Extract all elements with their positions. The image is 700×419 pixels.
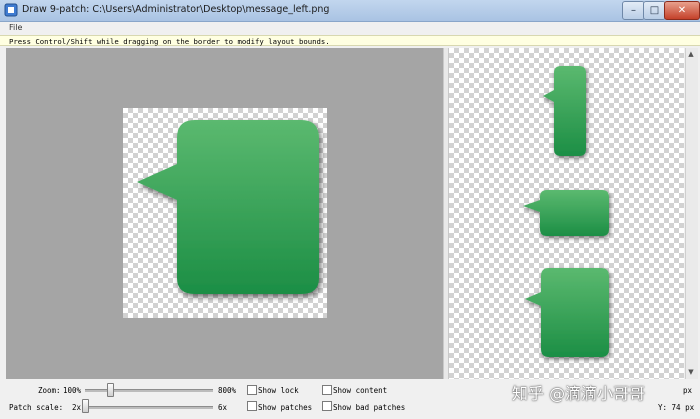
show-lock-checkbox[interactable] — [247, 385, 257, 395]
patch-scale-max-label: 6x — [218, 403, 228, 412]
patch-scale-label: Patch scale: — [9, 403, 64, 412]
y-coordinate-readout: Y: 74 px — [658, 403, 695, 412]
show-content-checkbox[interactable] — [322, 385, 332, 395]
zoom-slider-thumb[interactable] — [107, 383, 114, 397]
speech-bubble-image — [137, 120, 319, 294]
menu-file[interactable]: File — [9, 23, 22, 32]
watermark: 知乎 @滴滴小哥哥 — [512, 384, 646, 403]
patch-scale-slider-thumb[interactable] — [82, 399, 89, 413]
show-patches-checkbox[interactable] — [247, 401, 257, 411]
menu-bar — [0, 22, 700, 35]
preview-wide-bubble — [523, 190, 609, 236]
x-coordinate-readout: px — [683, 386, 693, 395]
app-icon — [4, 3, 18, 17]
scroll-down-icon[interactable]: ▼ — [686, 367, 696, 377]
zoom-label: Zoom: — [38, 386, 61, 395]
minimize-button[interactable]: – — [622, 1, 645, 20]
show-bad-patches-checkbox[interactable] — [322, 401, 332, 411]
preview-tall-bubble — [543, 66, 586, 156]
show-lock-label: Show lock — [258, 386, 299, 395]
preview-images — [523, 66, 609, 357]
preview-panel — [449, 48, 684, 379]
show-bad-patches-label: Show bad patches — [333, 403, 406, 412]
show-content-label: Show content — [333, 386, 388, 395]
show-patches-label: Show patches — [258, 403, 313, 412]
close-button[interactable]: ✕ — [664, 1, 700, 20]
zoom-value: 100% — [63, 386, 82, 395]
maximize-button[interactable]: □ — [643, 1, 666, 20]
vertical-scrollbar[interactable] — [685, 48, 698, 379]
zoom-slider-track[interactable] — [85, 389, 213, 392]
patch-scale-slider-track[interactable] — [85, 406, 213, 409]
window-title: Draw 9-patch: C:\Users\Administrator\Des… — [22, 4, 330, 15]
patch-scale-value: 2x — [72, 403, 82, 412]
preview-large-bubble — [525, 268, 609, 357]
scroll-up-icon[interactable]: ▲ — [686, 49, 696, 59]
zoom-max-label: 800% — [218, 386, 237, 395]
hint-bar: Press Control/Shift while dragging on th… — [0, 35, 700, 46]
image-canvas[interactable] — [123, 108, 327, 318]
